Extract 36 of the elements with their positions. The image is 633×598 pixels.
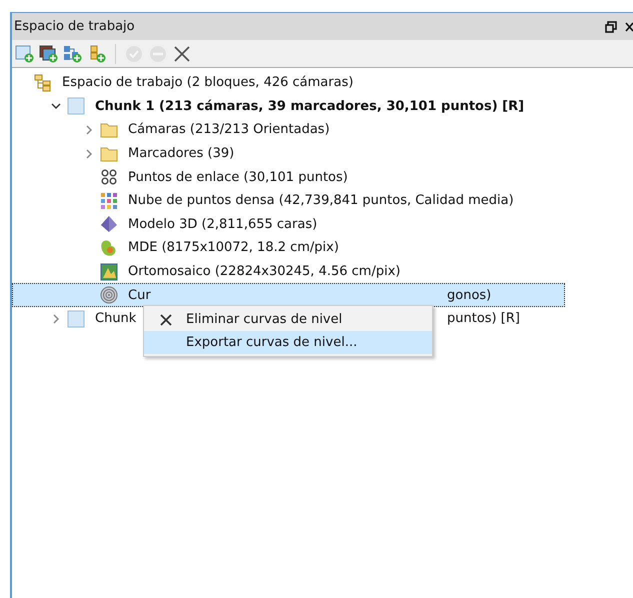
chevron-right-icon[interactable]	[84, 124, 94, 135]
tree-item[interactable]: Nube de puntos densa (42,739,841 puntos, Calidad media)	[128, 193, 514, 208]
photos-add-icon[interactable]	[39, 44, 59, 64]
chunk-item[interactable]: Chunk 1 (213 cámaras, 39 marcadores, 30,101 puntos) [R]	[95, 98, 524, 114]
chevron-right-icon[interactable]	[84, 148, 94, 159]
folder-icon	[100, 120, 118, 139]
tree-item[interactable]: Marcadores (39)	[128, 146, 234, 162]
menu-item[interactable]: Eliminar curvas de nivel	[144, 308, 432, 331]
panel-title: Espacio de trabajo	[14, 19, 136, 34]
float-icon[interactable]	[605, 20, 617, 32]
tree-item[interactable]: MDE (8175x10072, 18.2 cm/pix)	[128, 240, 339, 256]
folder-icon	[100, 144, 118, 163]
workspace-icon	[34, 74, 52, 92]
tree-item[interactable]: Puntos de enlace (30,101 puntos)	[128, 170, 348, 185]
tie-points-icon	[100, 168, 118, 186]
tree-item[interactable]: Cur	[128, 288, 447, 303]
menu-item[interactable]: Exportar curvas de nivel...	[144, 331, 432, 354]
workspace-item[interactable]: Espacio de trabajo (2 bloques, 426 cámaras)	[62, 75, 354, 90]
folder-add-icon[interactable]	[63, 44, 83, 64]
tree-item[interactable]: Cámaras (213/213 Orientadas)	[128, 122, 330, 138]
tree-item[interactable]: Ortomosaico (22824x30245, 4.56 cm/pix)	[128, 264, 400, 280]
model-icon	[100, 215, 118, 234]
remove-icon	[159, 312, 173, 326]
chevron-right-icon[interactable]	[51, 314, 61, 324]
chunk-icon	[67, 310, 85, 328]
chevron-down-icon[interactable]	[51, 101, 61, 112]
dem-icon	[100, 238, 118, 257]
tree-item[interactable]: Modelo 3D (2,811,655 caras)	[128, 216, 318, 232]
dense-cloud-icon	[100, 192, 118, 210]
remove-icon[interactable]	[172, 44, 192, 64]
close-icon[interactable]	[625, 20, 633, 32]
chunk-item[interactable]: puntos) [R]	[447, 311, 520, 326]
ortho-icon	[100, 262, 118, 281]
chunk-icon	[67, 97, 85, 116]
tree-item[interactable]: gonos)	[447, 288, 492, 303]
contours-icon	[100, 286, 118, 304]
